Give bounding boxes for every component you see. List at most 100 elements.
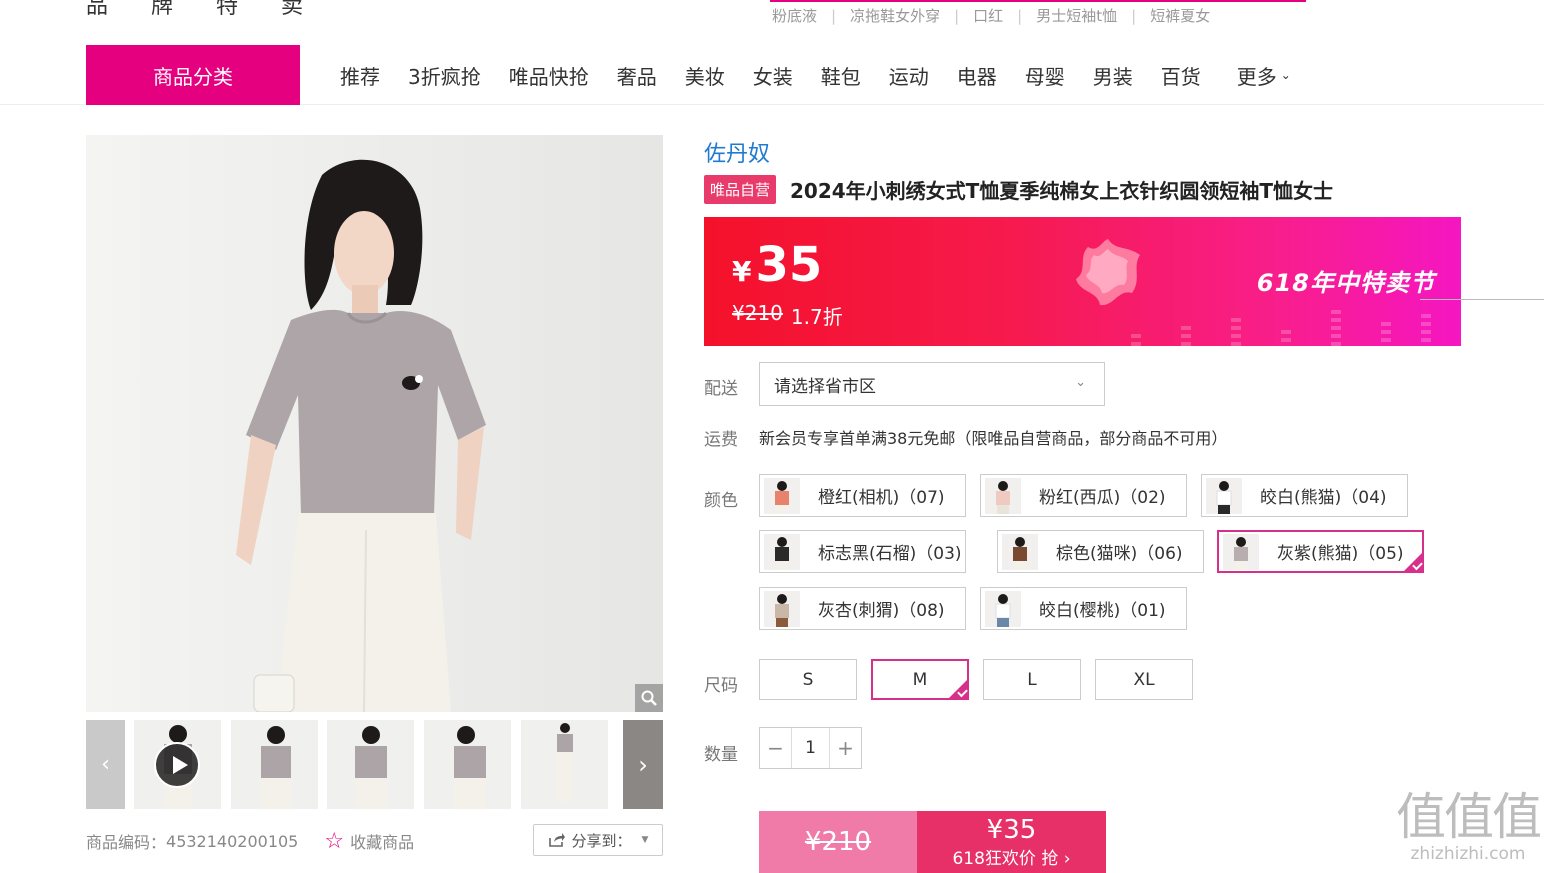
- thumbnail-image: [557, 723, 573, 802]
- color-swatch-image: [1206, 477, 1242, 514]
- nav-items: 推荐 3折疯抢 唯品快抢 奢品 美妆 女装 鞋包 运动 电器 母婴 男装 百货 …: [340, 45, 1319, 105]
- region-select-value: 请选择省市区: [774, 376, 876, 397]
- thumbnail[interactable]: [521, 720, 608, 809]
- quantity-minus-button[interactable]: −: [760, 728, 791, 768]
- category-menu-button[interactable]: 商品分类: [86, 45, 300, 105]
- buy-price: ¥35: [986, 814, 1037, 845]
- thumbnail[interactable]: [327, 720, 414, 809]
- divider: [1420, 299, 1544, 300]
- discount-rate: 1.7折: [790, 305, 843, 329]
- color-swatch-image: [764, 533, 800, 570]
- nav-item-shoes-bags[interactable]: 鞋包: [821, 61, 861, 90]
- main-nav: 商品分类 推荐 3折疯抢 唯品快抢 奢品 美妆 女装 鞋包 运动 电器 母婴 男…: [0, 45, 1544, 105]
- quantity-plus-button[interactable]: +: [830, 728, 861, 768]
- hot-search-item[interactable]: 短裤夏女: [1150, 5, 1210, 26]
- color-option-label: 皎白(樱桃)（01): [1039, 601, 1166, 621]
- chevron-down-icon: ⌄: [1075, 375, 1086, 390]
- model-photo: [236, 159, 486, 712]
- buy-action-label: 618狂欢价 抢 ›: [952, 848, 1071, 869]
- divider: |: [954, 6, 960, 25]
- thumbnail[interactable]: [424, 720, 511, 809]
- thumbnail-image: [261, 726, 291, 809]
- star-icon: ☆: [324, 828, 345, 854]
- divider: |: [831, 6, 837, 25]
- favorite-button[interactable]: ☆ 收藏商品: [324, 829, 414, 854]
- size-option[interactable]: L: [983, 659, 1081, 700]
- shipping-label: 运费: [704, 430, 738, 450]
- thumbnail-prev-button[interactable]: ‹: [86, 720, 125, 809]
- hot-search-item[interactable]: 凉拖鞋女外穿: [850, 5, 940, 26]
- buy-price-block: ¥35 618狂欢价 抢 ›: [917, 811, 1106, 873]
- zoom-icon[interactable]: [635, 684, 663, 712]
- nav-item-beauty[interactable]: 美妆: [685, 61, 725, 90]
- thumbnail-video[interactable]: [134, 720, 221, 809]
- quantity-input[interactable]: 1: [791, 728, 830, 768]
- nav-item-flash[interactable]: 唯品快抢: [509, 61, 589, 90]
- size-option[interactable]: XL: [1095, 659, 1193, 700]
- color-option[interactable]: 橙红(相机)（07): [759, 474, 966, 517]
- search-bar-edge: [770, 0, 1306, 2]
- color-option[interactable]: 皎白(樱桃)（01): [980, 587, 1187, 630]
- buy-now-button[interactable]: ¥210 ¥35 618狂欢价 抢 ›: [759, 811, 1106, 873]
- watermark-logo: 值值值: [1396, 788, 1542, 846]
- size-label: 尺码: [704, 676, 738, 696]
- product-main-image[interactable]: [86, 135, 663, 712]
- nav-item-women[interactable]: 女装: [753, 61, 793, 90]
- currency-symbol: ¥: [732, 255, 752, 288]
- thumbnail-strip: ‹ ›: [86, 720, 663, 809]
- color-option-label: 标志黑(石榴)（03): [818, 544, 962, 564]
- hot-search-item[interactable]: 粉底液: [772, 5, 817, 26]
- color-swatch-image: [1002, 533, 1038, 570]
- play-icon[interactable]: [154, 742, 200, 788]
- nav-more-dropdown[interactable]: 更多 ⌄: [1237, 61, 1291, 90]
- color-swatch-image: [764, 477, 800, 514]
- share-dropdown[interactable]: 分享到： ▼: [533, 824, 663, 856]
- color-option[interactable]: 灰杏(刺猬)（08): [759, 587, 966, 630]
- favorite-label: 收藏商品: [350, 833, 415, 852]
- share-label: 分享到：: [571, 831, 632, 850]
- size-option-selected[interactable]: M: [871, 659, 969, 700]
- product-code-label: 商品编码：: [86, 833, 167, 852]
- nav-item-general[interactable]: 百货: [1161, 61, 1201, 90]
- color-option[interactable]: 皎白(熊猫)（04): [1201, 474, 1408, 517]
- hot-search-item[interactable]: 口红: [973, 5, 1003, 26]
- color-option[interactable]: 棕色(猫咪)（06): [997, 530, 1204, 573]
- color-option-label: 棕色(猫咪)（06): [1056, 544, 1183, 564]
- color-option-selected[interactable]: 灰紫(熊猫)（05): [1217, 530, 1424, 573]
- nav-item-sports[interactable]: 运动: [889, 61, 929, 90]
- thumbnail-next-button[interactable]: ›: [623, 720, 663, 809]
- nav-item-recommend[interactable]: 推荐: [340, 61, 380, 90]
- color-swatch-image: [985, 477, 1021, 514]
- thumbnail[interactable]: [231, 720, 318, 809]
- title-row: 唯品自营 2024年小刺绣女式T恤夏季纯棉女上衣针织圆领短袖T恤女士: [704, 175, 1333, 204]
- nav-item-appliances[interactable]: 电器: [957, 61, 997, 90]
- color-option[interactable]: 标志黑(石榴)（03): [759, 530, 966, 573]
- original-price: ¥210: [732, 301, 783, 325]
- size-option[interactable]: S: [759, 659, 857, 700]
- hot-search-item[interactable]: 男士短袖t恤: [1036, 5, 1117, 26]
- star-blob-decoration: [1076, 239, 1140, 306]
- color-swatch-image: [985, 590, 1021, 627]
- color-option-label: 灰紫(熊猫)（05): [1277, 544, 1404, 564]
- divider: |: [1131, 6, 1137, 25]
- color-option-label: 灰杏(刺猬)（08): [818, 601, 945, 621]
- quantity-stepper: − 1 +: [759, 727, 862, 769]
- shipping-info: 新会员专享首单满38元免邮（限唯品自营商品，部分商品不可用）: [759, 429, 1228, 448]
- share-icon: [548, 833, 565, 847]
- price-banner: ¥ 35 ¥210 1.7折 618年中特卖节: [704, 217, 1461, 346]
- region-select[interactable]: 请选择省市区 ⌄: [759, 362, 1105, 406]
- nav-item-luxury[interactable]: 奢品: [617, 61, 657, 90]
- brand-name[interactable]: 佐丹奴: [704, 136, 770, 168]
- nav-item-baby[interactable]: 母婴: [1025, 61, 1065, 90]
- price-compare: ¥210 1.7折: [732, 301, 843, 330]
- chevron-down-icon: ⌄: [1280, 68, 1291, 82]
- nav-item-30off[interactable]: 3折疯抢: [408, 61, 481, 90]
- nav-item-men[interactable]: 男装: [1093, 61, 1133, 90]
- delivery-label: 配送: [704, 379, 738, 399]
- color-option-label: 橙红(相机)（07): [818, 488, 945, 508]
- selected-check-icon: [948, 679, 968, 699]
- color-option[interactable]: 粉红(西瓜)（02): [980, 474, 1187, 517]
- color-swatch-image: [1223, 533, 1259, 570]
- thumbnail-image: [355, 726, 387, 809]
- brand-logo-text[interactable]: 品 牌 特 卖: [86, 0, 321, 20]
